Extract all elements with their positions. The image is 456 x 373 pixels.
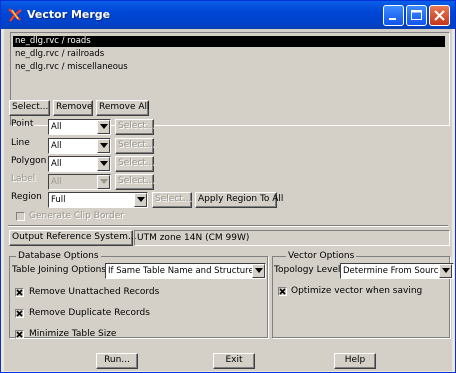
help-button[interactable]: Help: [334, 353, 376, 369]
checkmark-icon: [16, 331, 23, 338]
optimize-vector-label: Optimize vector when saving: [291, 286, 423, 296]
vector-options-title: Vector Options: [286, 251, 357, 261]
remove-duplicate-label: Remove Duplicate Records: [29, 308, 150, 318]
chevron-down-icon: [442, 268, 450, 273]
topology-level-select[interactable]: Determine From Source: [340, 263, 454, 279]
app-icon: [8, 8, 22, 22]
minimize-table-label: Minimize Table Size: [29, 329, 117, 339]
database-options-title: Database Options: [16, 251, 101, 261]
maximize-icon: [411, 10, 422, 20]
region-label: Region: [11, 192, 42, 202]
optimize-vector-checkbox[interactable]: [278, 287, 287, 296]
label-select-button[interactable]: Select...: [115, 174, 154, 190]
generate-clip-border-checkbox[interactable]: [16, 212, 25, 221]
window-title: Vector Merge: [27, 8, 111, 21]
remove-all-button[interactable]: Remove All: [96, 100, 150, 116]
label-label: Label: [11, 174, 36, 184]
point-label: Point: [11, 119, 34, 129]
remove-unattached-checkbox[interactable]: [15, 288, 24, 297]
table-joining-select[interactable]: If Same Table Name and Structure: [105, 263, 266, 279]
output-reference-value: UTM zone 14N (CM 99W): [134, 230, 450, 246]
polygon-label: Polygon: [11, 156, 47, 166]
line-select-button[interactable]: Select...: [115, 138, 154, 154]
list-item[interactable]: ne_dlg.rvc / miscellaneous: [13, 62, 445, 73]
chevron-down-icon: [255, 268, 263, 273]
title-bar[interactable]: Vector Merge: [1, 1, 455, 29]
label-dropdown-button[interactable]: [97, 175, 110, 189]
divider: [8, 225, 448, 227]
checkmark-icon: [16, 289, 23, 296]
point-dropdown-button[interactable]: [97, 120, 110, 134]
checkmark-icon: [279, 288, 286, 295]
region-select-button[interactable]: Select...: [152, 192, 192, 208]
minimize-icon: [389, 18, 396, 20]
list-item[interactable]: ne_dlg.rvc / roads: [13, 36, 445, 47]
chevron-down-icon: [100, 161, 108, 166]
region-select[interactable]: Full: [48, 192, 148, 208]
close-icon: [434, 10, 445, 21]
list-item[interactable]: ne_dlg.rvc / railroads: [13, 49, 445, 60]
table-joining-label: Table Joining Options: [12, 265, 107, 275]
table-joining-dropdown-button[interactable]: [252, 264, 265, 278]
polygon-select-button[interactable]: Select...: [115, 156, 154, 172]
chevron-down-icon: [100, 143, 108, 148]
checkmark-icon: [16, 310, 23, 317]
output-reference-text: UTM zone 14N (CM 99W): [137, 233, 250, 243]
vector-merge-window: Vector Merge ne_dlg.rvc / roads ne_dlg.r…: [0, 0, 456, 373]
output-reference-system-button[interactable]: Output Reference System...: [9, 230, 136, 246]
run-button[interactable]: Run...: [96, 353, 138, 369]
minimize-table-checkbox[interactable]: [15, 330, 24, 339]
chevron-down-icon: [137, 197, 145, 202]
dialog-body: ne_dlg.rvc / roads ne_dlg.rvc / railroad…: [4, 29, 454, 371]
topology-level-label: Topology Level: [274, 265, 341, 275]
point-select-button[interactable]: Select...: [115, 119, 154, 135]
close-button[interactable]: [429, 5, 450, 26]
line-dropdown-button[interactable]: [97, 139, 110, 153]
maximize-button[interactable]: [406, 5, 427, 26]
apply-region-to-all-button[interactable]: Apply Region To All: [195, 192, 283, 208]
chevron-down-icon: [100, 124, 108, 129]
remove-button[interactable]: Remove: [53, 100, 93, 116]
generate-clip-border-label: Generate Clip Border: [29, 211, 124, 221]
polygon-dropdown-button[interactable]: [97, 157, 110, 171]
line-label: Line: [11, 138, 30, 148]
chevron-down-icon: [100, 179, 108, 184]
topology-dropdown-button[interactable]: [439, 264, 452, 278]
remove-unattached-label: Remove Unattached Records: [29, 287, 160, 297]
exit-button[interactable]: Exit: [213, 353, 255, 369]
select-button[interactable]: Select...: [9, 100, 50, 116]
remove-duplicate-checkbox[interactable]: [15, 309, 24, 318]
region-dropdown-button[interactable]: [134, 193, 147, 207]
minimize-button[interactable]: [383, 5, 404, 26]
